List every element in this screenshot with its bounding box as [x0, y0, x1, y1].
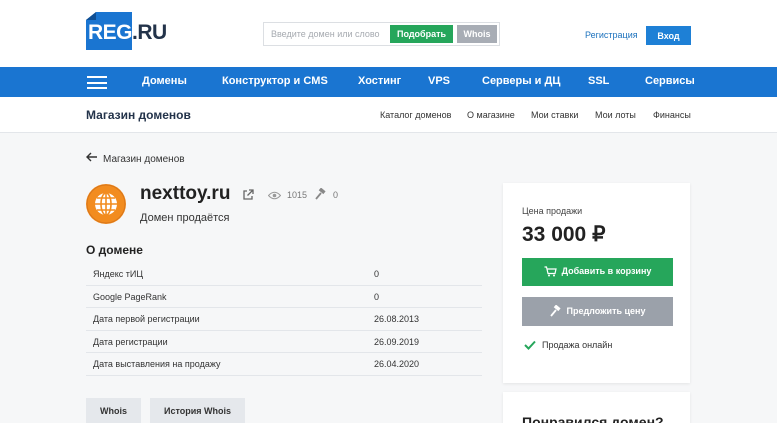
logo-suffix: .RU	[132, 21, 167, 44]
row-value: 26.09.2019	[374, 336, 420, 347]
online-sale: Продажа онлайн	[524, 340, 612, 350]
login-button[interactable]: Вход	[646, 26, 691, 45]
check-icon	[524, 340, 536, 350]
site-header: REG .RU Подобрать Whois Регистрация Вход	[0, 0, 777, 67]
nav-item-servers[interactable]: Серверы и ДЦ	[482, 75, 560, 87]
sub-link-finance[interactable]: Финансы	[653, 110, 691, 120]
table-row: Дата регистрации 26.09.2019	[86, 331, 482, 354]
arrow-left-icon	[86, 152, 97, 162]
sub-link-catalog[interactable]: Каталог доменов	[380, 110, 451, 120]
add-to-cart-button[interactable]: Добавить в корзину	[522, 258, 673, 286]
row-key: Дата регистрации	[93, 336, 168, 347]
reg-ru-logo[interactable]: REG .RU	[86, 12, 167, 50]
sub-link-about[interactable]: О магазине	[467, 110, 515, 120]
about-table: Яндекс тИЦ 0 Google PageRank 0 Дата перв…	[86, 263, 482, 376]
back-link-label: Магазин доменов	[103, 154, 185, 165]
price-value: 33 000 ₽	[522, 223, 606, 246]
whois-history-button[interactable]: История Whois	[150, 398, 245, 423]
nav-item-constructor[interactable]: Конструктор и CMS	[222, 75, 328, 87]
register-link[interactable]: Регистрация	[585, 30, 638, 40]
row-key: Google PageRank	[93, 291, 167, 302]
cart-icon	[544, 265, 557, 276]
liked-domain-title: Понравился домен?	[522, 414, 664, 423]
about-title: О домене	[86, 243, 143, 257]
logo-text: REG	[88, 21, 133, 44]
nav-item-services[interactable]: Сервисы	[645, 75, 695, 87]
menu-icon[interactable]	[87, 76, 107, 89]
gavel-icon	[549, 304, 561, 317]
pick-button[interactable]: Подобрать	[390, 25, 453, 43]
shop-title[interactable]: Магазин доменов	[86, 108, 191, 122]
table-row: Google PageRank 0	[86, 286, 482, 309]
price-label: Цена продажи	[522, 206, 583, 216]
external-link-icon[interactable]	[242, 189, 254, 201]
whois-info-button[interactable]: Whois	[86, 398, 141, 423]
row-value: 26.08.2013	[374, 314, 420, 325]
table-row: Дата выставления на продажу 26.04.2020	[86, 353, 482, 376]
bids-count: 0	[333, 190, 339, 200]
whois-button[interactable]: Whois	[457, 25, 497, 43]
offer-price-button[interactable]: Предложить цену	[522, 297, 673, 326]
row-value: 0	[374, 291, 380, 302]
domain-status: Домен продаётся	[140, 212, 230, 224]
offer-button-label: Предложить цену	[566, 305, 646, 316]
nav-item-vps[interactable]: VPS	[428, 75, 450, 87]
globe-icon	[86, 184, 126, 224]
views-count: 1015	[287, 190, 308, 200]
nav-item-domains[interactable]: Домены	[142, 75, 187, 87]
nav-item-ssl[interactable]: SSL	[588, 75, 609, 87]
table-row: Яндекс тИЦ 0	[86, 263, 482, 286]
sub-link-lots[interactable]: Мои лоты	[595, 110, 636, 120]
sub-link-bids[interactable]: Мои ставки	[531, 110, 578, 120]
search-input[interactable]	[264, 23, 388, 45]
online-label: Продажа онлайн	[542, 340, 613, 350]
row-key: Яндекс тИЦ	[93, 269, 144, 279]
table-row: Дата первой регистрации 26.08.2013	[86, 308, 482, 331]
eye-icon	[268, 191, 281, 200]
nav-item-hosting[interactable]: Хостинг	[358, 75, 401, 87]
back-link[interactable]: Магазин доменов	[86, 152, 185, 165]
row-key: Дата выставления на продажу	[93, 359, 221, 370]
cart-button-label: Добавить в корзину	[561, 266, 652, 276]
domain-search: Подобрать Whois	[263, 22, 500, 46]
purchase-card: Цена продажи 33 000 ₽ Добавить в корзину…	[503, 183, 690, 383]
liked-domain-card: Понравился домен?	[503, 392, 690, 423]
row-key: Дата первой регистрации	[93, 314, 200, 325]
shop-subheader: Магазин доменов Каталог доменов О магази…	[0, 97, 777, 133]
row-value: 26.04.2020	[374, 359, 420, 370]
gavel-icon	[315, 188, 326, 200]
main-nav: Домены Конструктор и CMS Хостинг VPS Сер…	[0, 67, 777, 97]
row-value: 0	[374, 269, 380, 279]
domain-name: nexttoy.ru	[140, 183, 231, 204]
